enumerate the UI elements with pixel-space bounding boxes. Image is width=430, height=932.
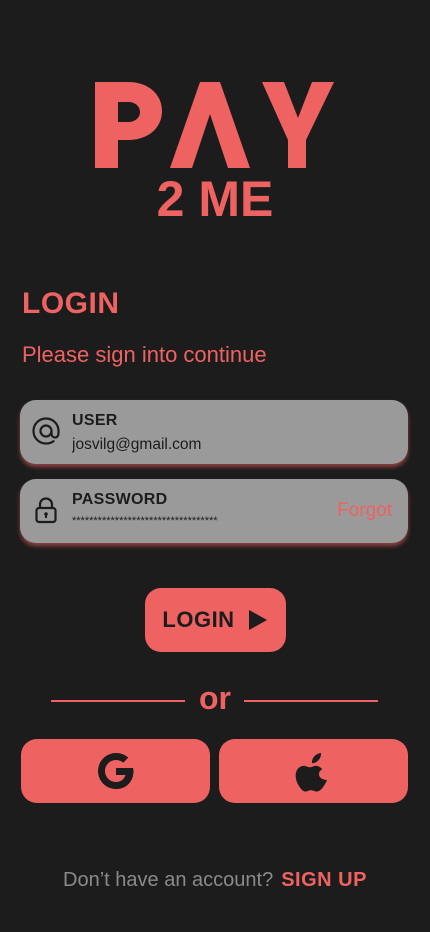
page-subtitle: Please sign into continue <box>22 342 267 367</box>
or-divider-text: or <box>199 680 231 716</box>
svg-text:2 ME: 2 ME <box>157 171 274 220</box>
lock-icon <box>31 495 61 525</box>
login-button-label: LOGIN <box>162 607 235 632</box>
password-field-label: PASSWORD <box>72 491 168 508</box>
signup-link[interactable]: SIGN UP <box>281 869 367 891</box>
apple-icon <box>294 750 334 792</box>
page-title: LOGIN <box>22 287 120 320</box>
play-arrow-icon <box>247 608 269 632</box>
pay2me-logo-graphic: 2 ME <box>95 82 334 220</box>
google-login-button[interactable] <box>21 739 210 803</box>
password-field[interactable]: PASSWORD Forgot <box>20 479 408 543</box>
at-icon <box>31 416 61 446</box>
login-button[interactable]: LOGIN <box>145 588 286 652</box>
app-logo: 2 ME <box>92 78 338 220</box>
forgot-password-link[interactable]: Forgot <box>337 500 392 522</box>
apple-login-button[interactable] <box>219 739 408 803</box>
signup-prompt: Don’t have an account? SIGN UP <box>0 869 430 892</box>
user-input[interactable] <box>72 436 322 454</box>
user-field[interactable]: USER <box>20 400 408 464</box>
password-input[interactable] <box>72 515 312 527</box>
user-field-label: USER <box>72 412 118 429</box>
google-icon <box>95 750 137 792</box>
divider-line-right <box>244 700 378 702</box>
no-account-text: Don’t have an account? <box>63 869 274 891</box>
